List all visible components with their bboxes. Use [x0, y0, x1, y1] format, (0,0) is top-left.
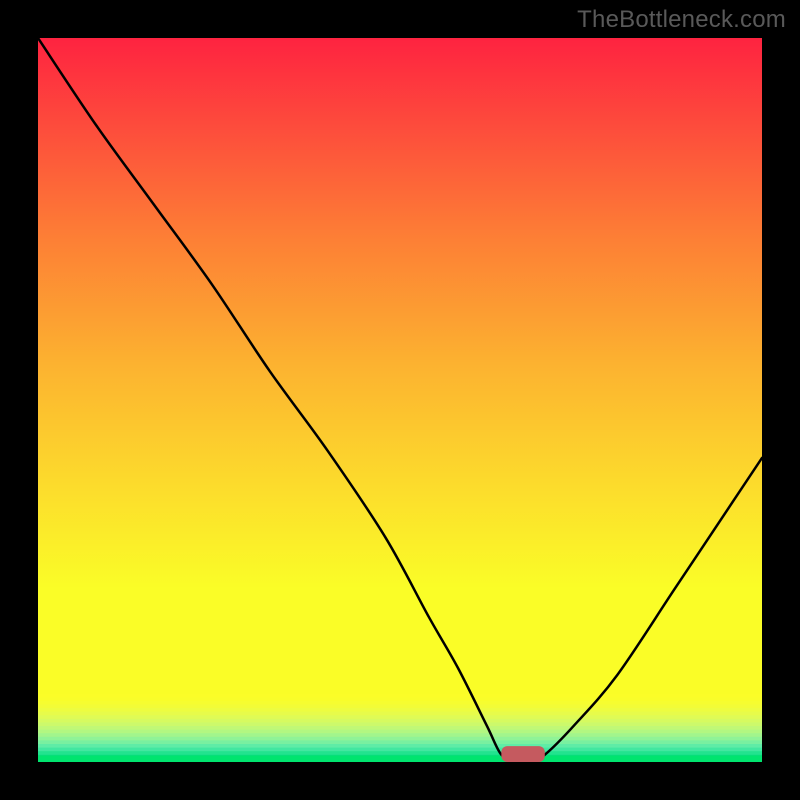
chart-frame: TheBottleneck.com	[0, 0, 800, 800]
bottom-banding	[38, 694, 762, 762]
optimal-marker	[501, 746, 544, 762]
gradient-background	[38, 38, 762, 762]
plot-area	[38, 38, 762, 762]
watermark-label: TheBottleneck.com	[577, 6, 786, 34]
plot-svg	[38, 38, 762, 762]
